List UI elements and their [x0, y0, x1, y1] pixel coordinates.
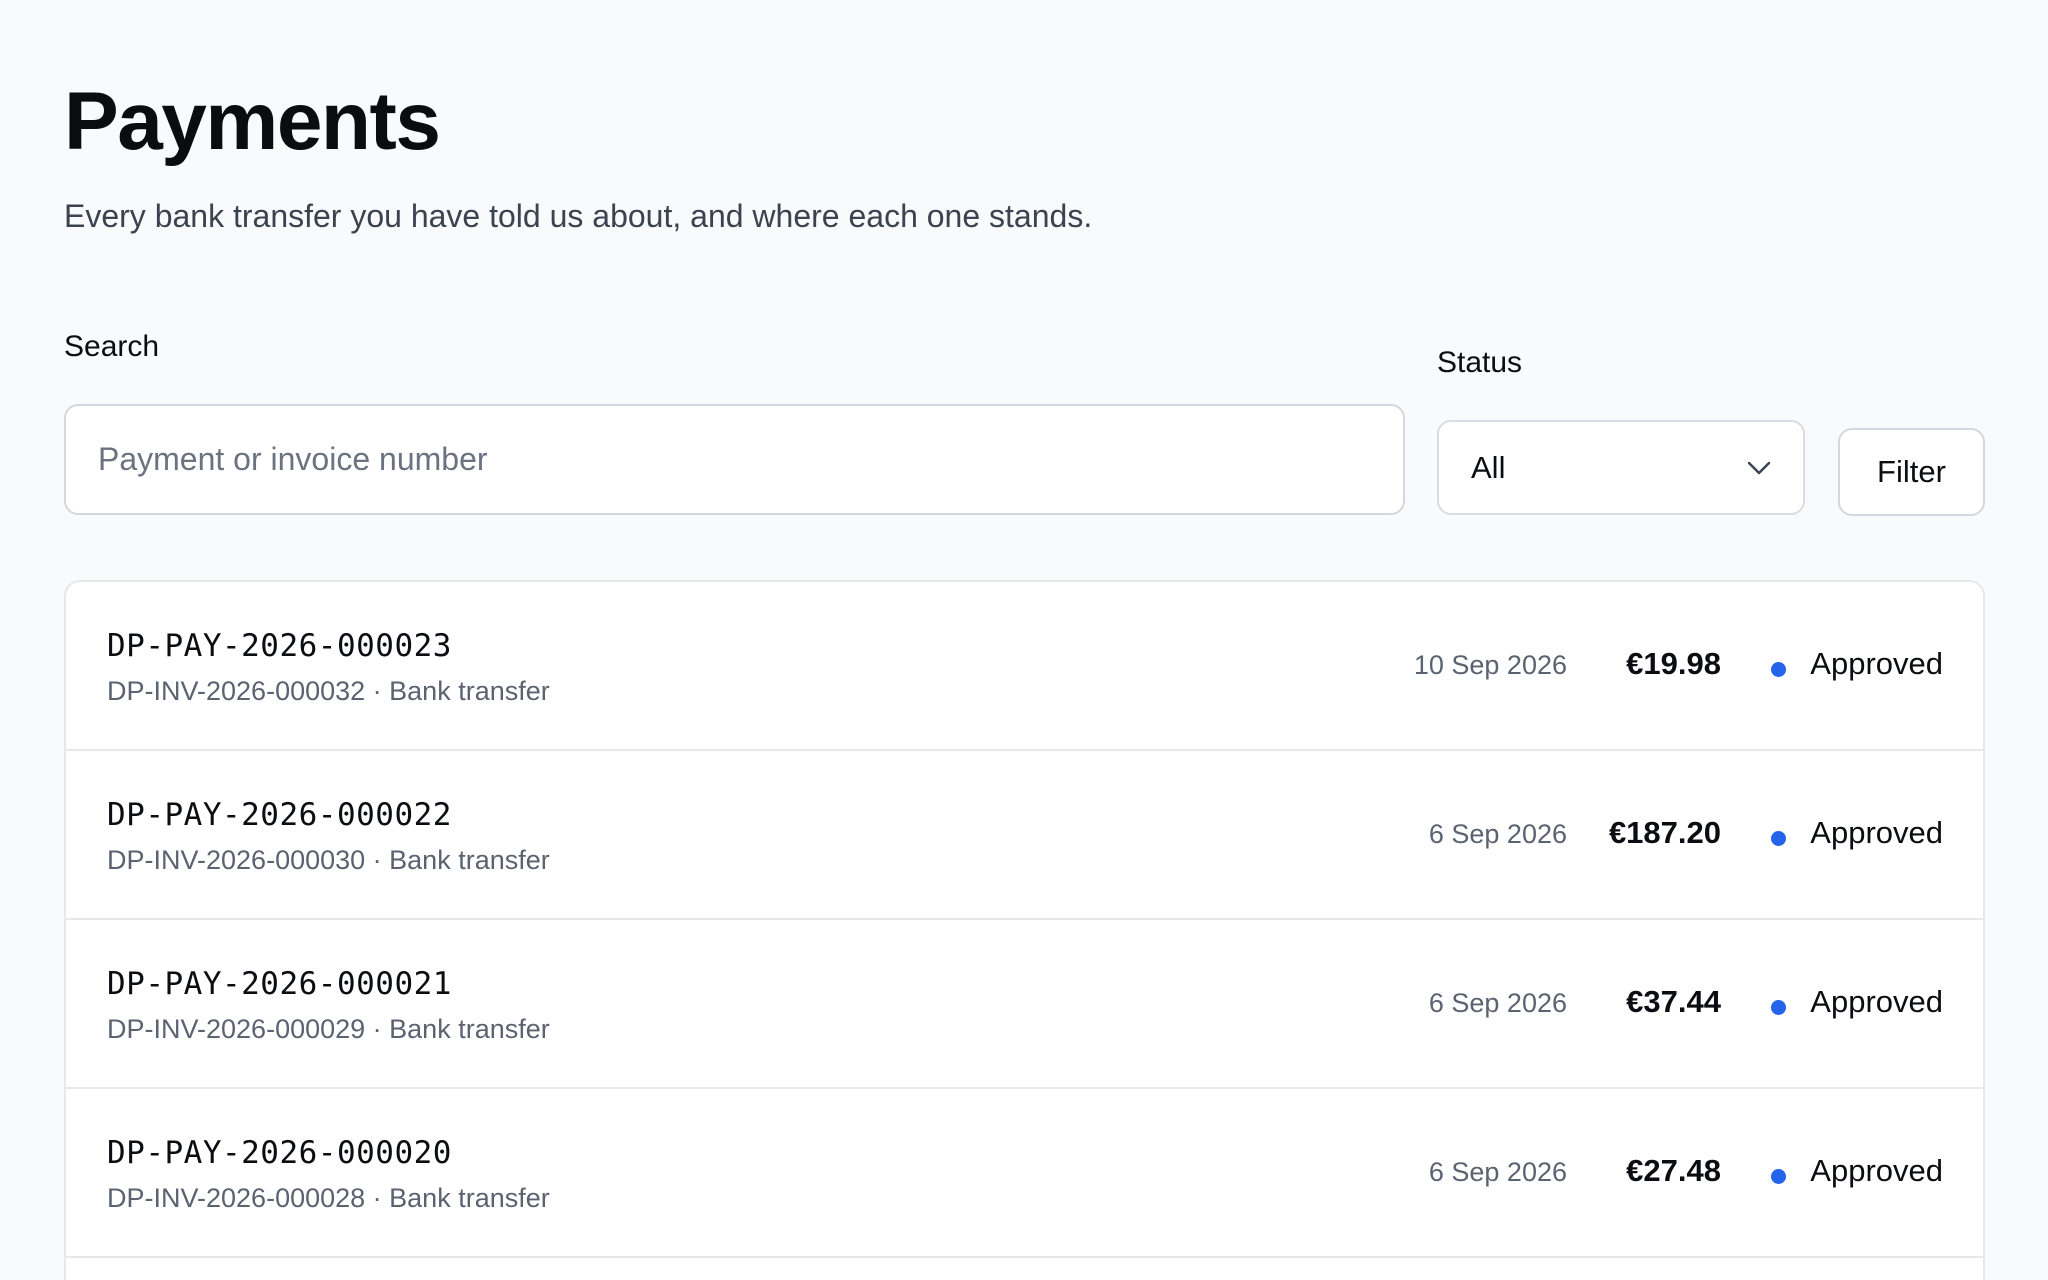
- payment-date: 6 Sep 2026: [1428, 988, 1567, 1018]
- payment-row[interactable]: DP-PAY-2026-000023 DP-INV-2026-000032 · …: [66, 582, 1983, 751]
- payment-date: 6 Sep 2026: [1428, 819, 1567, 849]
- payment-row[interactable]: DP-PAY-2026-000022 DP-INV-2026-000030 · …: [66, 751, 1983, 920]
- payments-list: DP-PAY-2026-000023 DP-INV-2026-000032 · …: [64, 580, 1985, 1280]
- payment-invoice-method: DP-INV-2026-000028 · Bank transfer: [107, 1183, 550, 1213]
- payment-invoice-method: DP-INV-2026-000032 · Bank transfer: [107, 676, 550, 706]
- status-dot-icon: [1771, 830, 1787, 846]
- status-badge: Approved: [1771, 644, 1943, 684]
- payment-id: DP-PAY-2026-000020: [107, 1135, 452, 1171]
- payment-row[interactable]: DP-PAY-2026-000021 DP-INV-2026-000029 · …: [66, 920, 1983, 1089]
- status-badge: Approved: [1771, 813, 1943, 853]
- page-title: Payments: [64, 76, 441, 167]
- payment-id: DP-PAY-2026-000021: [107, 966, 452, 1002]
- status-dot-icon: [1771, 1168, 1787, 1184]
- status-text: Approved: [1810, 815, 1943, 850]
- payment-amount: €37.44: [1626, 984, 1721, 1019]
- search-label: Search: [64, 330, 160, 363]
- payment-amount: €19.98: [1626, 646, 1721, 681]
- status-text: Approved: [1810, 1153, 1943, 1188]
- status-select-value: All: [1471, 449, 1506, 485]
- status-label: Status: [1437, 346, 1523, 379]
- payment-date: 10 Sep 2026: [1413, 650, 1567, 680]
- payments-page: Payments Every bank transfer you have to…: [0, 0, 2048, 1280]
- payment-amount: €27.48: [1626, 1153, 1721, 1188]
- payment-date: 6 Sep 2026: [1428, 1157, 1567, 1187]
- payment-row[interactable]: DP-PAY-2026-000020 DP-INV-2026-000028 · …: [66, 1089, 1983, 1258]
- page-subtitle: Every bank transfer you have told us abo…: [64, 198, 1093, 234]
- payment-invoice-method: DP-INV-2026-000030 · Bank transfer: [107, 845, 550, 875]
- status-text: Approved: [1810, 984, 1943, 1019]
- search-input[interactable]: [64, 404, 1405, 515]
- status-text: Approved: [1810, 646, 1943, 681]
- payment-amount: €187.20: [1608, 815, 1721, 850]
- status-badge: Approved: [1771, 1151, 1943, 1191]
- payment-id: DP-PAY-2026-000023: [107, 628, 452, 664]
- chevron-down-icon: [1747, 461, 1771, 474]
- filter-button[interactable]: Filter: [1838, 428, 1985, 516]
- payment-invoice-method: DP-INV-2026-000029 · Bank transfer: [107, 1014, 550, 1044]
- status-dot-icon: [1771, 999, 1787, 1015]
- status-dot-icon: [1771, 661, 1787, 677]
- status-badge: Approved: [1771, 982, 1943, 1022]
- status-select[interactable]: All: [1437, 420, 1805, 515]
- payment-id: DP-PAY-2026-000022: [107, 797, 452, 833]
